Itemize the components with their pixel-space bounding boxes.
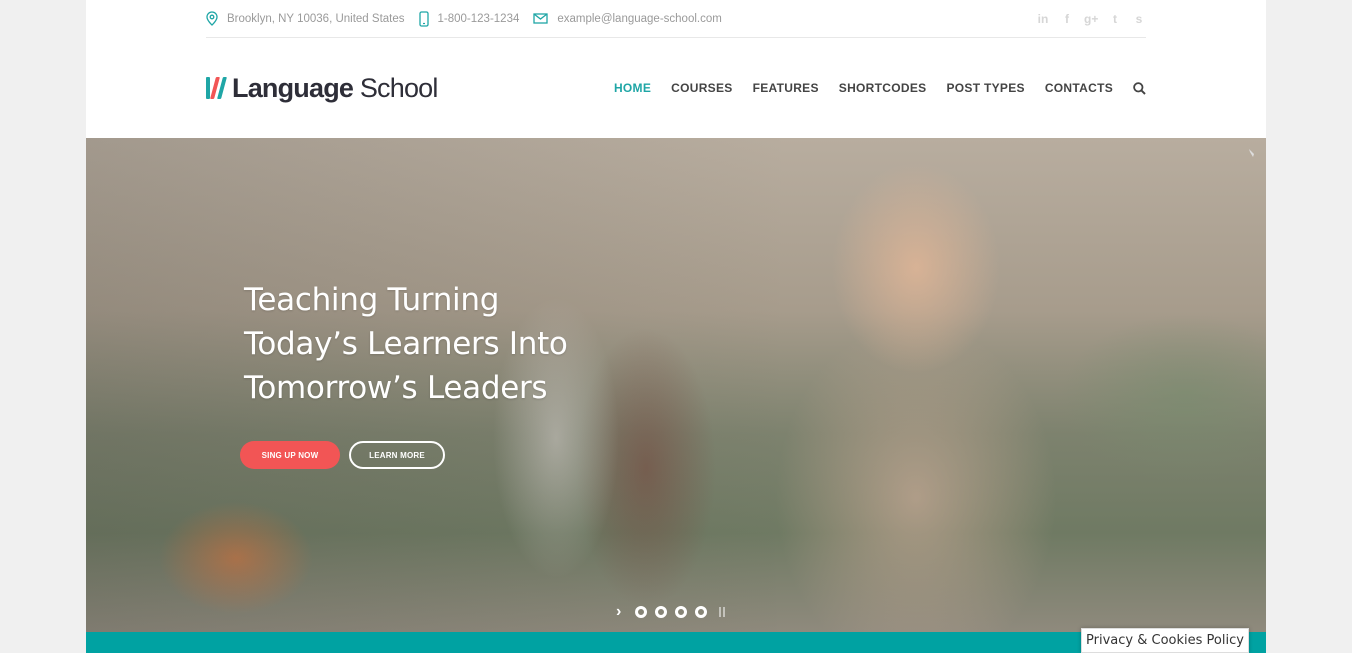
envelope-icon [533, 13, 549, 24]
logo-text-bold: Language [232, 72, 354, 103]
facebook-icon[interactable]: f [1060, 12, 1074, 26]
nav-contacts[interactable]: CONTACTS [1045, 81, 1113, 95]
site-header: Language School HOME COURSES FEATURES SH… [206, 38, 1146, 138]
nav-courses[interactable]: COURSES [671, 81, 732, 95]
location-pin-icon [206, 11, 218, 26]
nav-home[interactable]: HOME [614, 81, 651, 95]
logo-mark-icon [206, 77, 227, 99]
slider-loader-icon [1249, 149, 1254, 157]
privacy-cookies-button[interactable]: Privacy & Cookies Policy [1081, 628, 1249, 653]
search-icon[interactable] [1133, 81, 1146, 95]
learn-more-button[interactable]: LEARN MORE [349, 441, 445, 469]
twitter-icon[interactable]: t [1108, 12, 1122, 26]
hero-title-line: Teaching Turning [244, 282, 500, 318]
slide-dot-2[interactable] [655, 606, 668, 618]
phone-item: 1-800-123-1234 [418, 10, 520, 27]
page-frame: Brooklyn, NY 10036, United States 1-800-… [86, 0, 1266, 653]
hero-title: Teaching Turning Today’s Learners Into T… [244, 278, 568, 410]
nav-post-types[interactable]: POST TYPES [946, 81, 1024, 95]
phone-text[interactable]: 1-800-123-1234 [438, 13, 520, 25]
logo-text: Language School [232, 73, 438, 104]
sign-up-button[interactable]: SING UP NOW [240, 441, 340, 469]
nav-features[interactable]: FEATURES [753, 81, 819, 95]
email-item: example@language-school.com [533, 13, 722, 25]
slider-navigation: › [616, 603, 726, 621]
site-logo[interactable]: Language School [206, 73, 438, 104]
linkedin-icon[interactable]: in [1036, 12, 1050, 26]
skype-icon[interactable]: s [1132, 12, 1146, 26]
mobile-phone-icon [418, 10, 429, 27]
hero-title-line: Today’s Learners Into [244, 326, 568, 362]
hero-title-line: Tomorrow’s Leaders [244, 370, 548, 406]
nav-shortcodes[interactable]: SHORTCODES [839, 81, 927, 95]
logo-text-light: School [353, 72, 439, 103]
top-bar: Brooklyn, NY 10036, United States 1-800-… [206, 0, 1146, 38]
google-plus-icon[interactable]: g+ [1084, 12, 1098, 26]
slide-dot-3[interactable] [675, 606, 688, 618]
email-link[interactable]: example@language-school.com [557, 13, 721, 25]
slide-dot-1[interactable] [635, 606, 648, 618]
pause-icon[interactable] [719, 607, 726, 617]
address-text: Brooklyn, NY 10036, United States [227, 12, 405, 25]
slide-dot-4[interactable] [695, 606, 708, 618]
hero-slider: Teaching Turning Today’s Learners Into T… [86, 138, 1266, 632]
social-links: in f g+ t s [1036, 12, 1146, 26]
main-nav: HOME COURSES FEATURES SHORTCODES POST TY… [594, 81, 1146, 95]
address-item: Brooklyn, NY 10036, United States [206, 11, 405, 26]
next-slide-arrow-icon[interactable]: › [616, 603, 621, 621]
